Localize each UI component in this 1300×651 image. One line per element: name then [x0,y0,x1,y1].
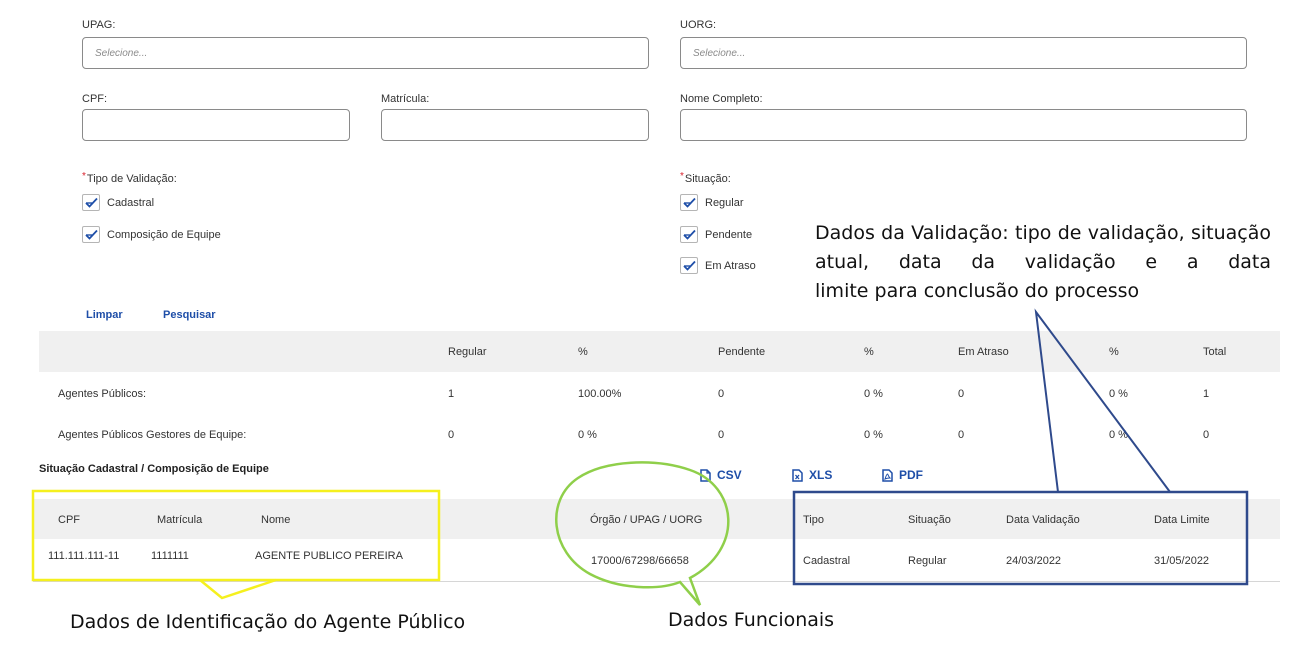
validation-highlight-box [792,490,1249,586]
validation-annotation: Dados da Validação: tipo de validação, s… [815,219,1271,306]
identification-annotation: Dados de Identificação do Agente Público [70,611,466,633]
functional-annotation: Dados Funcionais [668,609,835,631]
identification-highlight-box [31,489,441,582]
functional-highlight-ellipse [555,461,730,606]
validation-annotation-last: limite para conclusão do processo [815,280,1140,302]
validation-callout-pointer [1034,308,1171,493]
validation-annotation-text: Dados da Validação: tipo de validação, s… [815,222,1271,273]
identification-callout-pointer [199,578,277,600]
annotation-overlay [31,308,1249,606]
